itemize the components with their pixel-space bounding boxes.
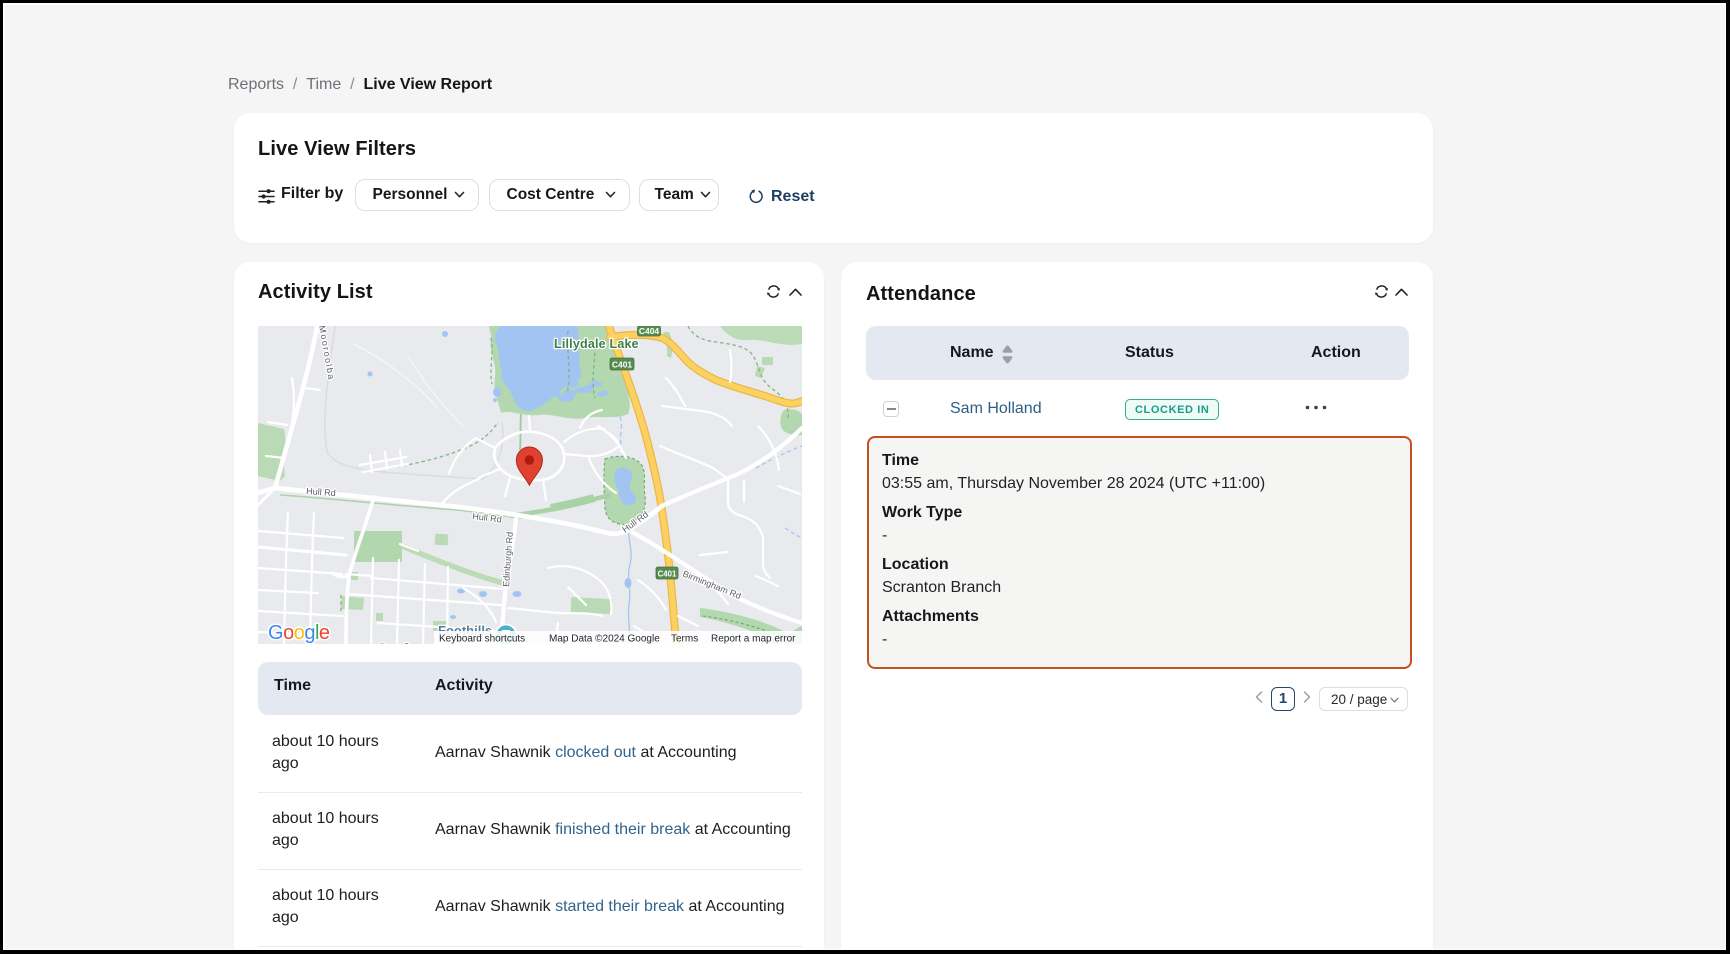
svg-text:Map Data ©2024 Google: Map Data ©2024 Google [549,634,660,645]
svg-text:Hull Rd: Hull Rd [306,486,336,498]
svg-text:Lillydale Lake: Lillydale Lake [554,337,639,351]
svg-text:C404: C404 [639,326,660,336]
svg-text:C401: C401 [612,360,633,370]
svg-text:Report a map error: Report a map error [711,634,796,645]
svg-text:C401: C401 [658,570,677,579]
svg-text:Terms: Terms [671,634,698,645]
svg-text:Keyboard shortcuts: Keyboard shortcuts [439,634,525,645]
svg-text:Google: Google [268,622,330,644]
